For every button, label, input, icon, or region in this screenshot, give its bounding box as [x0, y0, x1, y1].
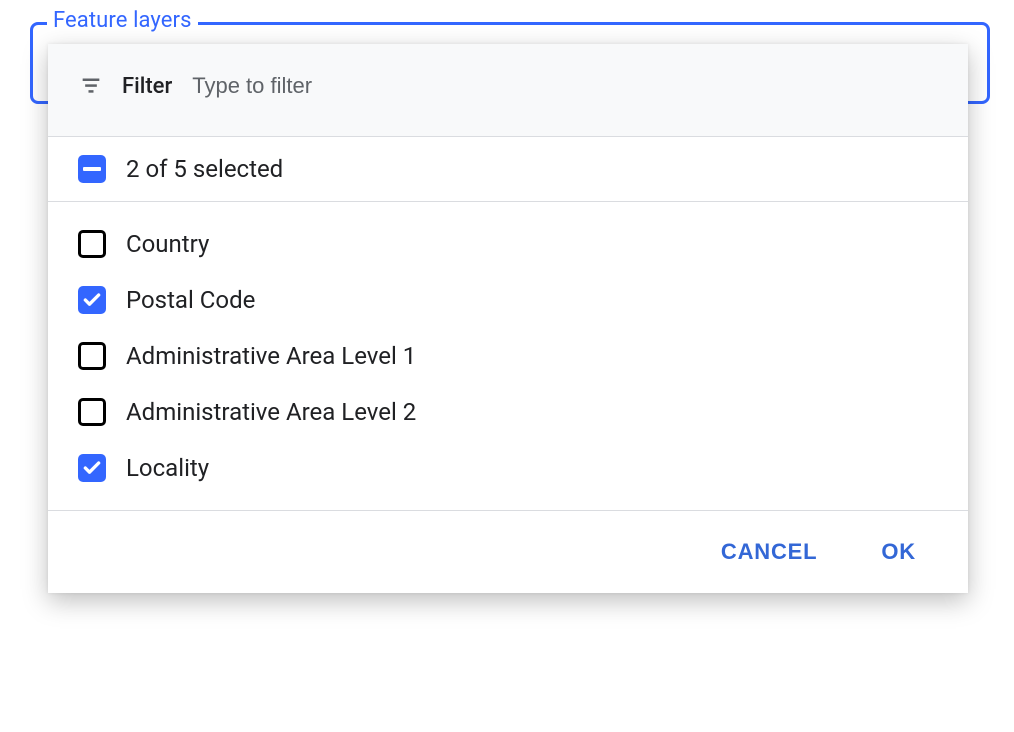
option-admin-area-1[interactable]: Administrative Area Level 1: [48, 328, 968, 384]
option-admin-area-2[interactable]: Administrative Area Level 2: [48, 384, 968, 440]
option-label: Administrative Area Level 1: [126, 342, 416, 370]
indeterminate-checkbox-icon[interactable]: [78, 155, 106, 183]
field-legend: Feature layers: [47, 8, 198, 33]
option-label: Locality: [126, 454, 209, 482]
option-label: Country: [126, 230, 209, 258]
filter-label: Filter: [122, 74, 172, 99]
option-country[interactable]: Country: [48, 216, 968, 272]
selection-summary: 2 of 5 selected: [126, 155, 283, 183]
feature-layers-dropdown: Filter 2 of 5 selected Country Postal Co…: [48, 44, 968, 593]
checkbox-checked-icon[interactable]: [78, 454, 106, 482]
checkbox-checked-icon[interactable]: [78, 286, 106, 314]
filter-row: Filter: [48, 44, 968, 137]
checkbox-unchecked-icon[interactable]: [78, 230, 106, 258]
dialog-actions: CANCEL OK: [48, 511, 968, 593]
option-label: Postal Code: [126, 286, 255, 314]
cancel-button[interactable]: CANCEL: [713, 535, 825, 569]
option-postal-code[interactable]: Postal Code: [48, 272, 968, 328]
option-label: Administrative Area Level 2: [126, 398, 416, 426]
filter-list-icon: [78, 76, 104, 96]
filter-input[interactable]: [190, 72, 938, 100]
option-locality[interactable]: Locality: [48, 440, 968, 496]
checkbox-unchecked-icon[interactable]: [78, 342, 106, 370]
select-all-row[interactable]: 2 of 5 selected: [48, 137, 968, 202]
options-list: Country Postal Code Administrative Area …: [48, 202, 968, 511]
ok-button[interactable]: OK: [873, 535, 924, 569]
checkbox-unchecked-icon[interactable]: [78, 398, 106, 426]
